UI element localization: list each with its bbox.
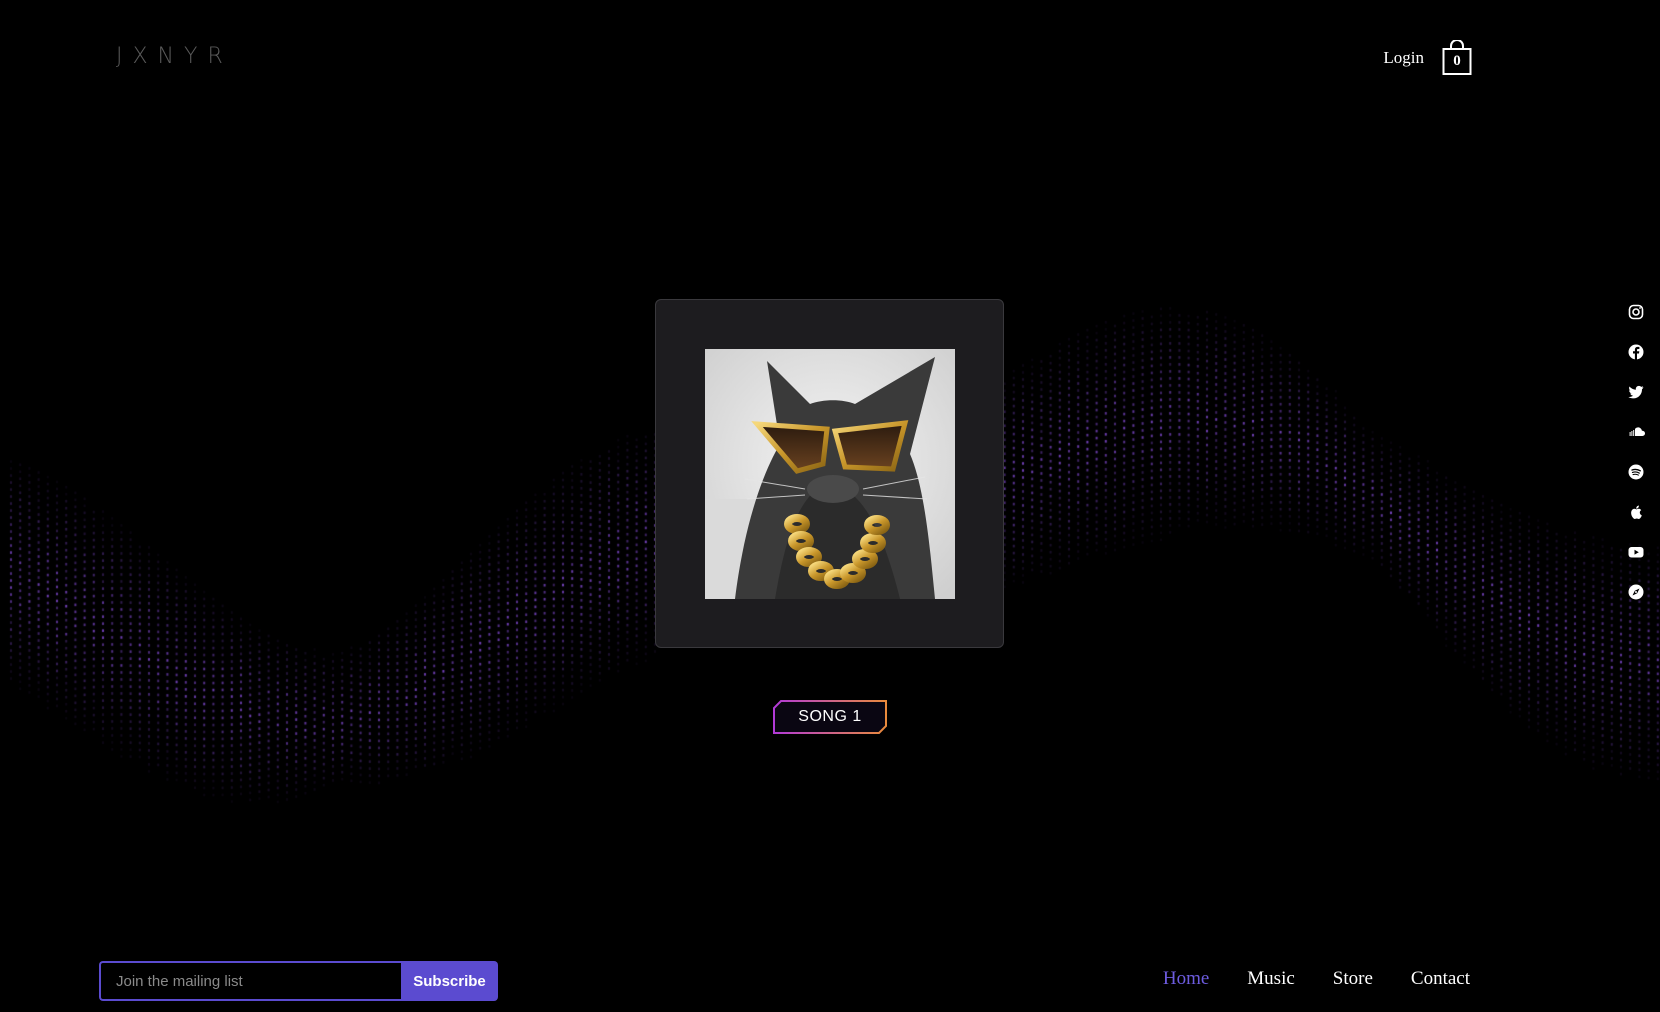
album-art[interactable] (705, 349, 955, 599)
nav-home[interactable]: Home (1163, 968, 1209, 990)
subscribe-button[interactable]: Subscribe (401, 961, 498, 1001)
footer-nav: Home Music Store Contact (1163, 968, 1470, 990)
cart-count: 0 (1453, 53, 1461, 69)
compass-icon[interactable] (1628, 584, 1646, 602)
nav-music[interactable]: Music (1247, 968, 1295, 990)
instagram-icon[interactable] (1628, 304, 1646, 322)
album-cover-image (705, 349, 955, 599)
mailing-list-input[interactable] (99, 961, 401, 1001)
nav-contact[interactable]: Contact (1411, 968, 1470, 990)
facebook-icon[interactable] (1628, 344, 1646, 362)
site-logo[interactable]: JXNYR (116, 44, 233, 69)
spotify-icon[interactable] (1628, 464, 1646, 482)
cart-button[interactable]: 0 (1442, 40, 1472, 76)
twitter-icon[interactable] (1628, 384, 1646, 402)
login-link[interactable]: Login (1383, 48, 1424, 68)
header-actions: Login 0 (1383, 40, 1472, 76)
soundcloud-icon[interactable] (1628, 424, 1646, 442)
player-card (655, 299, 1004, 648)
social-links (1628, 304, 1646, 602)
youtube-icon[interactable] (1628, 544, 1646, 562)
nav-store[interactable]: Store (1333, 968, 1373, 990)
apple-icon[interactable] (1628, 504, 1646, 522)
song-button[interactable]: SONG 1 (773, 700, 887, 734)
mailing-list-form: Subscribe (99, 961, 498, 1001)
song-label: SONG 1 (798, 708, 862, 725)
